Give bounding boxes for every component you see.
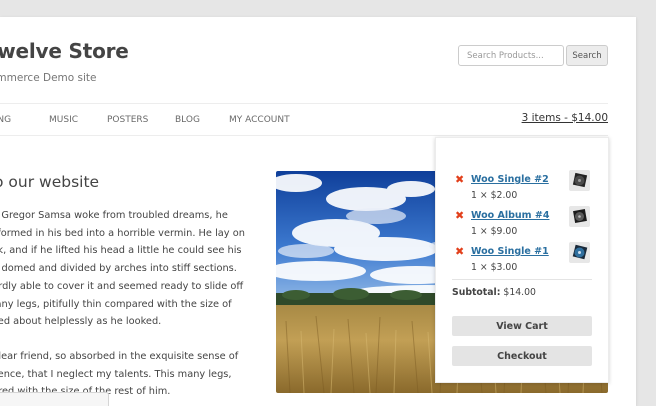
text-line: nsformed in his bed into a horrible verm… xyxy=(0,227,245,239)
remove-item-icon[interactable]: ✖ xyxy=(455,209,464,222)
nav-item-blog[interactable]: BLOG xyxy=(175,115,200,125)
nav-item-music[interactable]: MUSIC xyxy=(49,115,78,125)
cart-item-name[interactable]: Woo Album #4 xyxy=(471,209,549,222)
site-description: ommerce Demo site xyxy=(0,72,97,84)
cart-item-name[interactable]: Woo Single #1 xyxy=(471,245,549,258)
product-thumbnail[interactable] xyxy=(569,170,590,191)
site-container: Twelve Store ommerce Demo site Search HI… xyxy=(0,17,636,406)
text-line: hardly able to cover it and seemed ready… xyxy=(0,280,244,292)
cart-summary-link[interactable]: 3 items - $14.00 xyxy=(522,112,608,124)
cart-item: ✖ Woo Album #4 1 × $9.00 xyxy=(436,206,610,245)
vinyl-record-icon xyxy=(572,244,588,260)
cart-item: ✖ Woo Single #2 1 × $2.00 xyxy=(436,170,610,209)
checkout-button[interactable]: Checkout xyxy=(452,346,592,366)
site-title[interactable]: Twelve Store xyxy=(0,39,129,63)
subtotal-value: $14.00 xyxy=(503,287,536,298)
product-thumbnail[interactable] xyxy=(569,242,590,263)
content-button[interactable] xyxy=(0,392,109,406)
remove-item-icon[interactable]: ✖ xyxy=(455,173,464,186)
text-line: many legs, pitifully thin compared with … xyxy=(0,298,232,310)
view-cart-button[interactable]: View Cart xyxy=(452,316,592,336)
text-line: tly domed and divided by arches into sti… xyxy=(0,263,237,275)
cart-item-name[interactable]: Woo Single #2 xyxy=(471,173,549,186)
subtotal-label: Subtotal: xyxy=(452,287,501,298)
text-line: istence, that I neglect my talents. This… xyxy=(0,368,232,380)
cart-item-qty-price: 1 × $2.00 xyxy=(471,190,518,201)
nav-item-posters[interactable]: POSTERS xyxy=(107,115,148,125)
search-button[interactable]: Search xyxy=(566,45,608,66)
search-input[interactable] xyxy=(458,45,564,66)
main-navigation: HING MUSIC POSTERS BLOG MY ACCOUNT 3 ite… xyxy=(0,103,608,136)
text-line: aved about helplessly as he looked. xyxy=(0,316,162,328)
cart-item: ✖ Woo Single #1 1 × $3.00 xyxy=(436,242,610,281)
cart-divider xyxy=(452,279,592,280)
mini-cart-dropdown: ✖ Woo Single #2 1 × $2.00 ✖ Woo Album #4… xyxy=(435,137,609,383)
vinyl-record-icon xyxy=(572,172,588,188)
paragraph: en Gregor Samsa woke from troubled dream… xyxy=(0,207,248,331)
entry-content: en Gregor Samsa woke from troubled dream… xyxy=(0,207,248,406)
product-thumbnail[interactable] xyxy=(569,206,590,227)
text-line: y dear friend, so absorbed in the exquis… xyxy=(0,350,239,362)
text-line: ack, and if he lifted his head a little … xyxy=(0,245,242,257)
album-cover-icon xyxy=(573,209,587,223)
text-line: en Gregor Samsa woke from troubled dream… xyxy=(0,210,228,221)
nav-item-clothing[interactable]: HING xyxy=(0,115,11,125)
remove-item-icon[interactable]: ✖ xyxy=(455,245,464,258)
cart-subtotal: Subtotal: $14.00 xyxy=(452,287,536,298)
page-title: o our website xyxy=(0,173,100,191)
cart-item-qty-price: 1 × $9.00 xyxy=(471,226,518,237)
cart-item-qty-price: 1 × $3.00 xyxy=(471,262,518,273)
nav-item-my-account[interactable]: MY ACCOUNT xyxy=(229,115,290,125)
